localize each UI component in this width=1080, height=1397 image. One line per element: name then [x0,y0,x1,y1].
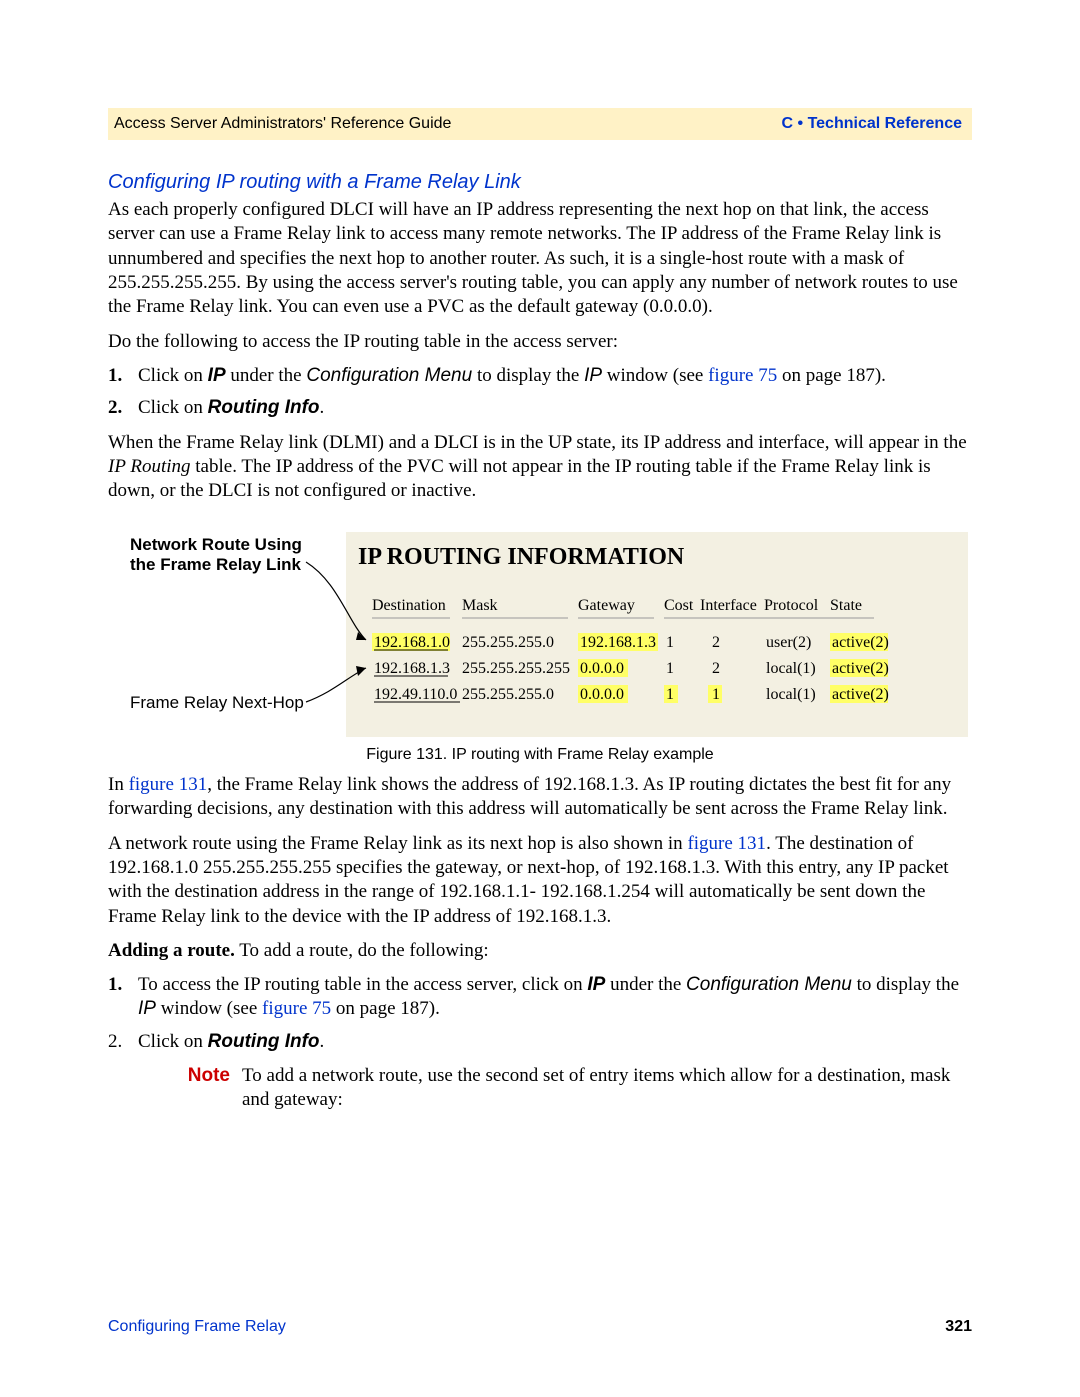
svg-text:active(2): active(2) [832,634,889,651]
svg-text:255.255.255.255: 255.255.255.255 [462,660,570,677]
svg-text:Network Route Using: Network Route Using [130,535,302,554]
paragraph-fig131-a: In figure 131, the Frame Relay link show… [108,773,972,822]
figure-title: IP ROUTING INFORMATION [358,544,685,570]
svg-text:1: 1 [666,634,674,651]
svg-text:192.49.110.0: 192.49.110.0 [374,686,457,703]
list-item-text: Click on Routing Info. [138,1030,324,1054]
ip-routing-figure-svg: IP ROUTING INFORMATION Destination Mask … [108,532,968,737]
figure-131: IP ROUTING INFORMATION Destination Mask … [108,532,972,765]
list-number: 1. [108,973,138,1022]
note-text: To add a network route, use the second s… [242,1064,972,1113]
figure-caption: Figure 131. IP routing with Frame Relay … [108,745,972,765]
list-item-text: Click on IP under the Configuration Menu… [138,364,886,388]
svg-text:Cost: Cost [664,597,694,614]
svg-text:Interface: Interface [700,597,757,614]
footer-section: Configuring Frame Relay [108,1317,286,1337]
paragraph-dlmi: When the Frame Relay link (DLMI) and a D… [108,431,972,504]
figure-75-link-2[interactable]: figure 75 [262,998,331,1019]
svg-text:255.255.255.0: 255.255.255.0 [462,634,554,651]
svg-text:Gateway: Gateway [578,597,635,614]
list-item: 1. To access the IP routing table in the… [108,973,972,1022]
list-number: 2. [108,1030,138,1054]
svg-text:the Frame Relay Link: the Frame Relay Link [130,555,302,574]
svg-text:0.0.0.0: 0.0.0.0 [580,660,624,677]
list-number: 2. [108,396,138,420]
section-title: Configuring IP routing with a Frame Rela… [108,170,972,196]
svg-text:2: 2 [712,634,720,651]
header-left: Access Server Administrators' Reference … [114,114,451,134]
ordered-list-2: 1. To access the IP routing table in the… [108,973,972,1054]
note-label: Note [168,1064,242,1113]
header-right: C • Technical Reference [782,114,962,134]
svg-text:1: 1 [666,660,674,677]
svg-text:1: 1 [712,686,720,703]
paragraph-adding-route: Adding a route. To add a route, do the f… [108,939,972,963]
figure-131-link-2[interactable]: figure 131 [687,833,766,854]
svg-text:2: 2 [712,660,720,677]
paragraph-intro: As each properly configured DLCI will ha… [108,198,972,320]
svg-text:local(1): local(1) [766,686,816,703]
svg-text:State: State [830,597,862,614]
svg-text:1: 1 [666,686,674,703]
svg-text:Protocol: Protocol [764,597,819,614]
list-item-text: To access the IP routing table in the ac… [138,973,972,1022]
list-item-text: Click on Routing Info. [138,396,324,420]
svg-text:active(2): active(2) [832,686,889,703]
svg-text:192.168.1.0: 192.168.1.0 [374,634,450,651]
page-footer: Configuring Frame Relay 321 [108,1317,972,1337]
svg-text:Frame Relay Next-Hop: Frame Relay Next-Hop [130,693,304,712]
page-number: 321 [945,1317,972,1337]
paragraph-fig131-b: A network route using the Frame Relay li… [108,832,972,929]
svg-text:Destination: Destination [372,597,446,614]
page-header: Access Server Administrators' Reference … [108,108,972,140]
note-block: Note To add a network route, use the sec… [168,1064,972,1113]
list-number: 1. [108,364,138,388]
svg-text:local(1): local(1) [766,660,816,677]
figure-75-link[interactable]: figure 75 [708,365,777,386]
list-item: 2. Click on Routing Info. [108,1030,972,1054]
svg-text:Mask: Mask [462,597,498,614]
svg-text:0.0.0.0: 0.0.0.0 [580,686,624,703]
list-item: 1. Click on IP under the Configuration M… [108,364,972,388]
svg-text:192.168.1.3: 192.168.1.3 [374,660,450,677]
svg-text:user(2): user(2) [766,634,811,651]
svg-text:192.168.1.3: 192.168.1.3 [580,634,656,651]
ordered-list-1: 1. Click on IP under the Configuration M… [108,364,972,421]
svg-text:255.255.255.0: 255.255.255.0 [462,686,554,703]
svg-text:active(2): active(2) [832,660,889,677]
figure-131-link[interactable]: figure 131 [129,774,208,795]
paragraph-do-following: Do the following to access the IP routin… [108,330,972,354]
page: Access Server Administrators' Reference … [0,0,1080,1397]
list-item: 2. Click on Routing Info. [108,396,972,420]
